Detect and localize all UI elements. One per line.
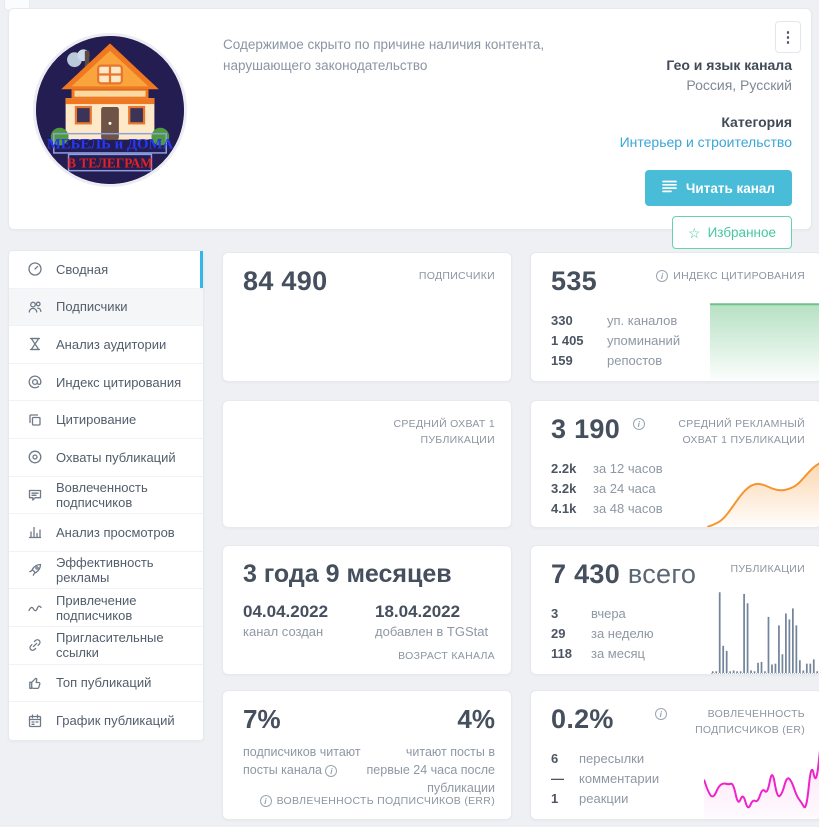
sidebar-item-top-posts[interactable]: Топ публикаций [9,665,203,703]
more-actions-button[interactable]: ⋮ [775,21,801,53]
card-er: 0.2% i ВОВЛЕЧЕННОСТЬ ПОДПИСЧИКОВ (ER) 6п… [530,690,819,820]
sidebar-item-subscriber-acquisition[interactable]: Привлечение подписчиков [9,589,203,627]
sidebar-item-audience-analysis[interactable]: Анализ аудитории [9,326,203,364]
sidebar-item-label: Анализ просмотров [56,524,175,540]
sidebar-item-label: Привлечение подписчиков [56,592,137,623]
publications-stats: 3 вчера 29 за неделю 118 за месяц [551,606,654,661]
channel-created: 04.04.2022 канал создан [243,602,329,639]
sidebar-item-summary[interactable]: Сводная [9,251,203,289]
sidebar-item-subscribers[interactable]: Подписчики [9,288,203,327]
trend-icon [26,599,43,616]
sidebar-item-label: График публикаций [56,713,175,729]
sidebar-item-label: Подписчики [56,299,128,315]
citation-index-value: 535 [551,266,597,296]
favorite-label: Избранное [707,225,776,241]
sidebar-item-citation-index[interactable]: Индекс цитирования [9,364,203,402]
channel-age-card-label: ВОЗРАСТ КАНАЛА [398,650,495,662]
sidebar-item-label: Индекс цитирования [56,374,182,390]
info-icon[interactable]: i [325,765,338,778]
thumbs-up-icon [26,674,43,691]
err-caption: подписчиков читают посты канала i [243,745,361,778]
channel-header-card: МЕБЕЛЬ и ДОМА В ТЕЛЕГРАМ Содержимое скры… [8,8,812,250]
er-sparkline [704,737,819,819]
geo-value: Россия, Русский [686,77,792,94]
sidebar-item-invite-links[interactable]: Пригласительные ссылки [9,627,203,665]
sidebar-item-label: Пригласительные ссылки [56,630,164,661]
chat-icon [26,486,43,503]
err-24h-caption: читают посты в первые 24 часа после публ… [366,745,495,796]
er-card-label: ВОВЛЕЧЕННОСТЬ ПОДПИСЧИКОВ (ER) [695,708,805,736]
card-subscribers: 84 490 ПОДПИСЧИКИ [222,252,512,382]
avg-ad-reach-card-label: СРЕДНИЙ РЕКЛАМНЫЙ ОХВАТ 1 ПУБЛИКАЦИИ [678,418,805,446]
geo-label: Гео и язык канала [666,57,792,73]
link-icon [26,637,43,654]
channel-age-value: 3 года 9 месяцев [243,560,452,588]
target-icon [26,449,43,466]
info-icon[interactable]: i [259,795,272,807]
citation-stats: 330 уп. каналов 1 405 упоминаний 159 репост… [551,313,681,368]
users-icon [26,298,43,315]
feed-lines-icon [662,180,677,196]
sidebar-item-label: Топ публикаций [56,675,152,691]
channel-added: 18.04.2022 добавлен в TGStat [375,602,489,639]
card-avg-post-reach: СРЕДНИЙ ОХВАТ 1 ПУБЛИКАЦИИ [222,400,512,528]
sidebar-item-label: Цитирование [56,412,137,428]
er-value: 0.2% [551,704,614,734]
star-icon: ☆ [688,224,701,241]
card-avg-ad-reach: 3 190 i СРЕДНИЙ РЕКЛАМНЫЙ ОХВАТ 1 ПУБЛИК… [530,400,819,528]
card-err: 7% 4% подписчиков читают посты канала i … [222,690,512,820]
sidebar-item-citations[interactable]: Цитирование [9,401,203,439]
sidebar-item-label: Эффективность рекламы [56,555,154,586]
sidebar-item-label: Анализ аудитории [56,336,167,352]
sidebar-item-post-schedule[interactable]: График публикаций [9,702,203,740]
avatar-text-line2: В ТЕЛЕГРАМ [67,156,153,171]
category-link[interactable]: Интерьер и строительство [620,132,792,152]
info-icon[interactable]: i [656,270,669,282]
subscribers-card-label: ПОДПИСЧИКИ [418,270,495,282]
publications-value: 7 430 всего [551,559,697,589]
card-publications: 7 430 всего ПУБЛИКАЦИИ 3 вчера 29 за недел… [530,545,819,675]
sidebar-nav: Сводная Подписчики Анализ аудитории Инде… [8,250,204,741]
avatar-text-line1: МЕБЕЛЬ и ДОМА [47,136,174,152]
err-24h-percent: 4% [457,704,495,734]
kebab-icon: ⋮ [780,29,796,46]
card-citation-index: 535 i ИНДЕКС ЦИТИРОВАНИЯ 330 уп. каналов … [530,252,819,382]
info-icon[interactable]: i [655,708,667,720]
sidebar-item-views-analysis[interactable]: Анализ просмотров [9,514,203,552]
channel-avatar: МЕБЕЛЬ и ДОМА В ТЕЛЕГРАМ [33,33,187,187]
read-channel-label: Читать канал [685,180,775,196]
avg-ad-reach-value: 3 190 [551,414,621,444]
sidebar-item-label: Охваты публикаций [56,449,176,465]
hidden-content-notice: Содержимое скрыто по причине наличия кон… [223,37,545,73]
sidebar-item-ad-effectiveness[interactable]: Эффективность рекламы [9,552,203,590]
category-label: Категория [721,113,792,130]
citation-sparkline [710,301,819,381]
sidebar-item-post-reach[interactable]: Охваты публикаций [9,439,203,477]
avg-reach-card-label: СРЕДНИЙ ОХВАТ 1 ПУБЛИКАЦИИ [393,418,495,446]
read-channel-button[interactable]: Читать канал [644,170,792,207]
channel-meta: Гео и язык канала Россия, Русский Катего… [620,55,792,250]
rocket-icon [26,562,43,579]
er-stats: 6 пересылки — комментарии 1 реакции [551,751,660,806]
at-sign-icon [26,374,43,391]
favorite-button[interactable]: ☆ Избранное [672,216,792,250]
sidebar-item-subscriber-engagement[interactable]: Вовлеченность подписчиков [9,477,203,515]
gauge-icon [26,261,43,278]
copy-icon [26,411,43,428]
info-icon[interactable]: i [633,418,645,430]
err-card-label: ВОВЛЕЧЕННОСТЬ ПОДПИСЧИКОВ (ERR) [276,794,495,807]
hourglass-icon [26,336,43,353]
citation-card-label: ИНДЕКС ЦИТИРОВАНИЯ [673,270,805,282]
ad-reach-sparkline [707,461,819,527]
sidebar-item-label: Сводная [56,261,109,277]
sidebar-item-label: Вовлеченность подписчиков [56,479,148,510]
publications-card-label: ПУБЛИКАЦИИ [730,563,805,575]
subscribers-value: 84 490 [243,266,328,296]
calendar-icon [26,712,43,729]
card-channel-age: 3 года 9 месяцев 04.04.2022 канал создан… [222,545,512,675]
bar-chart-icon [26,524,43,541]
err-percent: 7% [243,704,281,734]
avg-ad-reach-stats: 2.2k за 12 часов 3.2k за 24 часа 4.1k за 48… [551,461,663,516]
publications-bar-chart [711,588,819,674]
